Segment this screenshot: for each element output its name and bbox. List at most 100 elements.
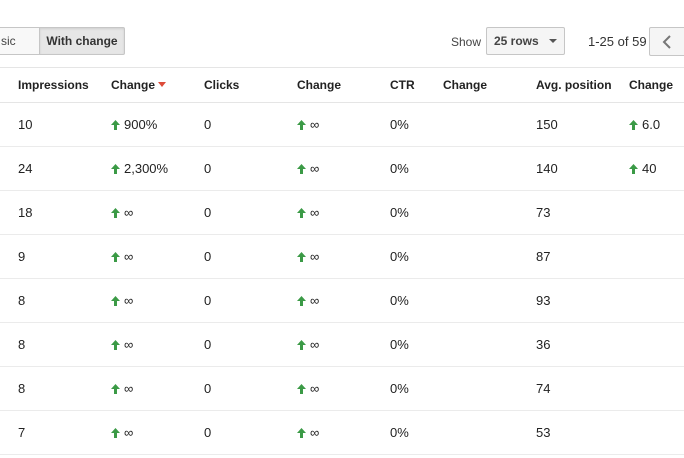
cell-value: 24	[18, 161, 33, 176]
clicks-change-cell: ∞	[297, 381, 319, 396]
header-label: CTR	[390, 78, 415, 92]
rows-per-page-select[interactable]: 25 rows	[486, 27, 565, 55]
cell-value: 7	[18, 425, 26, 440]
arrow-up-icon	[111, 164, 120, 174]
impressions-change-cell: ∞	[111, 249, 133, 264]
avg-position-cell: 140	[536, 161, 558, 176]
cell-value: 0	[204, 381, 212, 396]
queries-table: Impressions Change Clicks Change CTR Change Av…	[0, 67, 684, 455]
ctr-cell: 0%	[390, 381, 409, 396]
table-row[interactable]: 8 ∞ 0 ∞ 0% 36	[0, 323, 684, 367]
clicks-cell: 0	[204, 205, 211, 220]
arrow-up-icon	[297, 120, 306, 130]
cell-value: 2,300%	[124, 161, 169, 176]
impressions-cell: 8	[18, 337, 25, 352]
clicks-cell: 0	[204, 381, 211, 396]
cell-value: 0	[204, 425, 212, 440]
impressions-change-cell: 900%	[111, 117, 157, 132]
cell-value: ∞	[124, 381, 134, 396]
cell-value: 74	[536, 381, 551, 396]
clicks-change-cell: ∞	[297, 205, 319, 220]
table-row[interactable]: 8 ∞ 0 ∞ 0% 74	[0, 367, 684, 411]
clicks-cell: 0	[204, 425, 211, 440]
table-row[interactable]: 9 ∞ 0 ∞ 0% 87	[0, 235, 684, 279]
clicks-cell: 0	[204, 293, 211, 308]
avg-position-cell: 150	[536, 117, 558, 132]
cell-value: 73	[536, 205, 551, 220]
cell-value: ∞	[310, 293, 320, 308]
cell-value: 0%	[390, 425, 409, 440]
cell-value: ∞	[310, 161, 320, 176]
header-ctr-change[interactable]: Change	[443, 78, 487, 92]
clicks-change-cell: ∞	[297, 425, 319, 440]
cell-value: 8	[18, 381, 26, 396]
ctr-cell: 0%	[390, 425, 409, 440]
cell-value: 0%	[390, 381, 409, 396]
arrow-up-icon	[297, 164, 306, 174]
impressions-change-cell: ∞	[111, 293, 133, 308]
cell-value: 0%	[390, 205, 409, 220]
clicks-change-cell: ∞	[297, 337, 319, 352]
impressions-change-cell: ∞	[111, 337, 133, 352]
header-impressions[interactable]: Impressions	[18, 78, 89, 92]
with-change-view-button[interactable]: With change	[39, 27, 125, 55]
arrow-up-icon	[297, 340, 306, 350]
pagination-range: 1-25 of 59	[588, 34, 647, 49]
show-label: Show	[451, 35, 482, 49]
cell-value: 36	[536, 337, 551, 352]
arrow-up-icon	[111, 120, 120, 130]
arrow-up-icon	[111, 208, 120, 218]
avg-position-cell: 36	[536, 337, 550, 352]
ctr-cell: 0%	[390, 337, 409, 352]
previous-page-button[interactable]	[649, 27, 684, 56]
ctr-cell: 0%	[390, 161, 409, 176]
cell-value: 0%	[390, 161, 409, 176]
cell-value: 150	[536, 117, 558, 132]
cell-value: 0	[204, 205, 212, 220]
ctr-cell: 0%	[390, 117, 409, 132]
arrow-up-icon	[629, 164, 638, 174]
table-row[interactable]: 18 ∞ 0 ∞ 0% 73	[0, 191, 684, 235]
cell-value: ∞	[310, 205, 320, 220]
header-label: Avg. position	[536, 78, 612, 92]
basic-view-button[interactable]: sic	[0, 27, 40, 55]
header-label: Change	[443, 78, 488, 92]
impressions-cell: 9	[18, 249, 25, 264]
table-row[interactable]: 10 900% 0 ∞ 0% 150 6.0	[0, 103, 684, 147]
arrow-up-icon	[629, 120, 638, 130]
arrow-up-icon	[111, 384, 120, 394]
chevron-down-icon	[549, 39, 557, 43]
avg-position-cell: 73	[536, 205, 550, 220]
table-row[interactable]: 7 ∞ 0 ∞ 0% 53	[0, 411, 684, 455]
header-clicks[interactable]: Clicks	[204, 78, 239, 92]
table-header-row: Impressions Change Clicks Change CTR Change Av…	[0, 67, 684, 103]
arrow-up-icon	[111, 340, 120, 350]
cell-value: ∞	[124, 425, 134, 440]
ctr-cell: 0%	[390, 205, 409, 220]
header-impressions-change[interactable]: Change	[111, 78, 167, 92]
cell-value: 40	[642, 161, 657, 176]
cell-value: ∞	[310, 425, 320, 440]
cell-value: 0	[204, 249, 212, 264]
cell-value: 0	[204, 337, 212, 352]
table-row[interactable]: 24 2,300% 0 ∞ 0% 140 40	[0, 147, 684, 191]
header-clicks-change[interactable]: Change	[297, 78, 341, 92]
avg-position-cell: 53	[536, 425, 550, 440]
header-label: Change	[297, 78, 342, 92]
table-row[interactable]: 8 ∞ 0 ∞ 0% 93	[0, 279, 684, 323]
cell-value: 0%	[390, 337, 409, 352]
cell-value: ∞	[310, 381, 320, 396]
arrow-up-icon	[111, 252, 120, 262]
impressions-cell: 8	[18, 381, 25, 396]
impressions-change-cell: ∞	[111, 381, 133, 396]
avg-position-cell: 87	[536, 249, 550, 264]
header-avg-position[interactable]: Avg. position	[536, 78, 612, 92]
clicks-change-cell: ∞	[297, 249, 319, 264]
header-position-change[interactable]: Change	[629, 78, 673, 92]
impressions-cell: 7	[18, 425, 25, 440]
cell-value: 53	[536, 425, 551, 440]
clicks-change-cell: ∞	[297, 161, 319, 176]
cell-value: 0%	[390, 293, 409, 308]
header-ctr[interactable]: CTR	[390, 78, 415, 92]
cell-value: 900%	[124, 117, 158, 132]
